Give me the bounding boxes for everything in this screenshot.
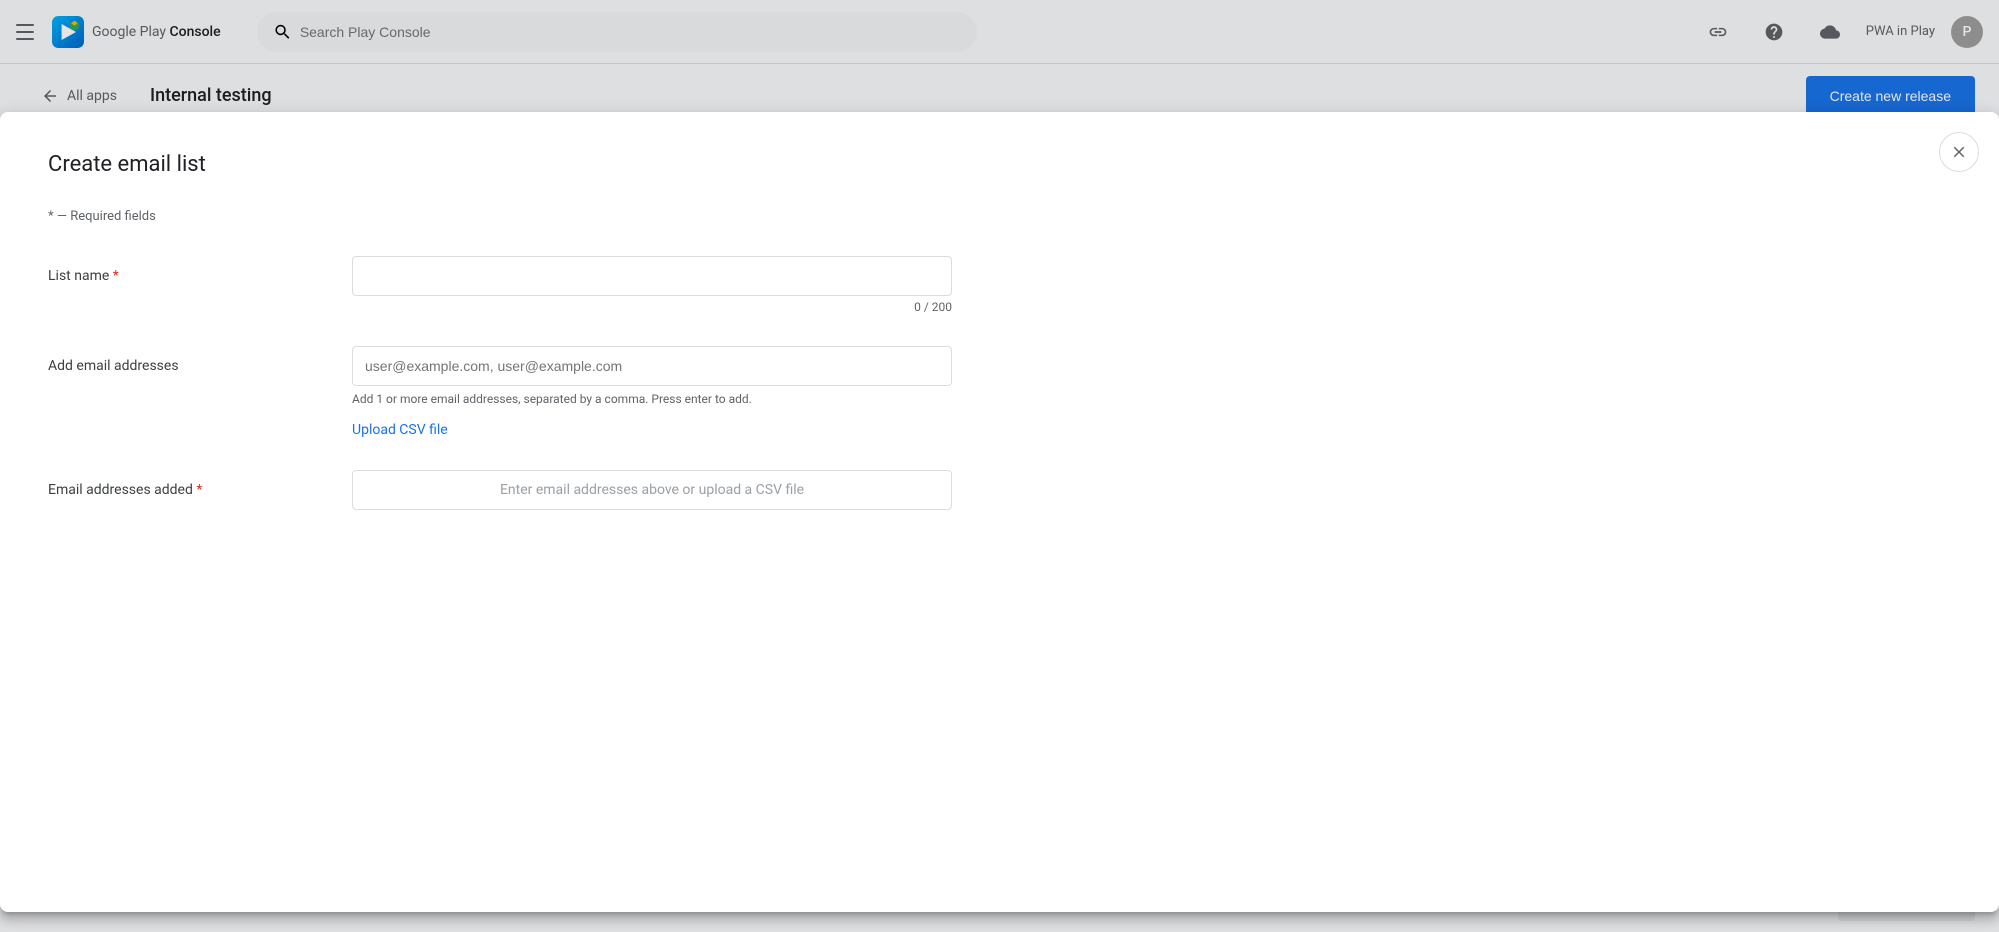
modal-overlay: Create email list * — Required fields Li… bbox=[0, 0, 1999, 932]
modal-title: Create email list bbox=[48, 152, 1951, 177]
modal: Create email list * — Required fields Li… bbox=[0, 112, 1999, 912]
email-addresses-added-label: Email addresses added * bbox=[48, 470, 328, 498]
add-email-label: Add email addresses bbox=[48, 346, 328, 374]
add-email-hint: Add 1 or more email addresses, separated… bbox=[352, 392, 952, 406]
modal-close-button[interactable] bbox=[1939, 132, 1979, 172]
list-name-label: List name * bbox=[48, 256, 328, 284]
list-name-input[interactable] bbox=[352, 256, 952, 296]
close-icon bbox=[1950, 143, 1968, 161]
add-email-addresses-row: Add email addresses Add 1 or more email … bbox=[48, 346, 1951, 438]
add-email-input[interactable] bbox=[352, 346, 952, 386]
email-addresses-added-box: Enter email addresses above or upload a … bbox=[352, 470, 952, 510]
add-email-field: Add 1 or more email addresses, separated… bbox=[352, 346, 952, 438]
email-addresses-added-row: Email addresses added * Enter email addr… bbox=[48, 470, 1951, 510]
upload-csv-link[interactable]: Upload CSV file bbox=[352, 422, 448, 438]
email-addresses-added-required-star: * bbox=[196, 482, 202, 498]
email-addresses-added-field: Enter email addresses above or upload a … bbox=[352, 470, 952, 510]
required-note: * — Required fields bbox=[48, 209, 1951, 224]
list-name-field: 0 / 200 bbox=[352, 256, 952, 314]
list-name-row: List name * 0 / 200 bbox=[48, 256, 1951, 314]
list-name-required-star: * bbox=[113, 268, 119, 284]
list-name-char-count: 0 / 200 bbox=[352, 300, 952, 314]
